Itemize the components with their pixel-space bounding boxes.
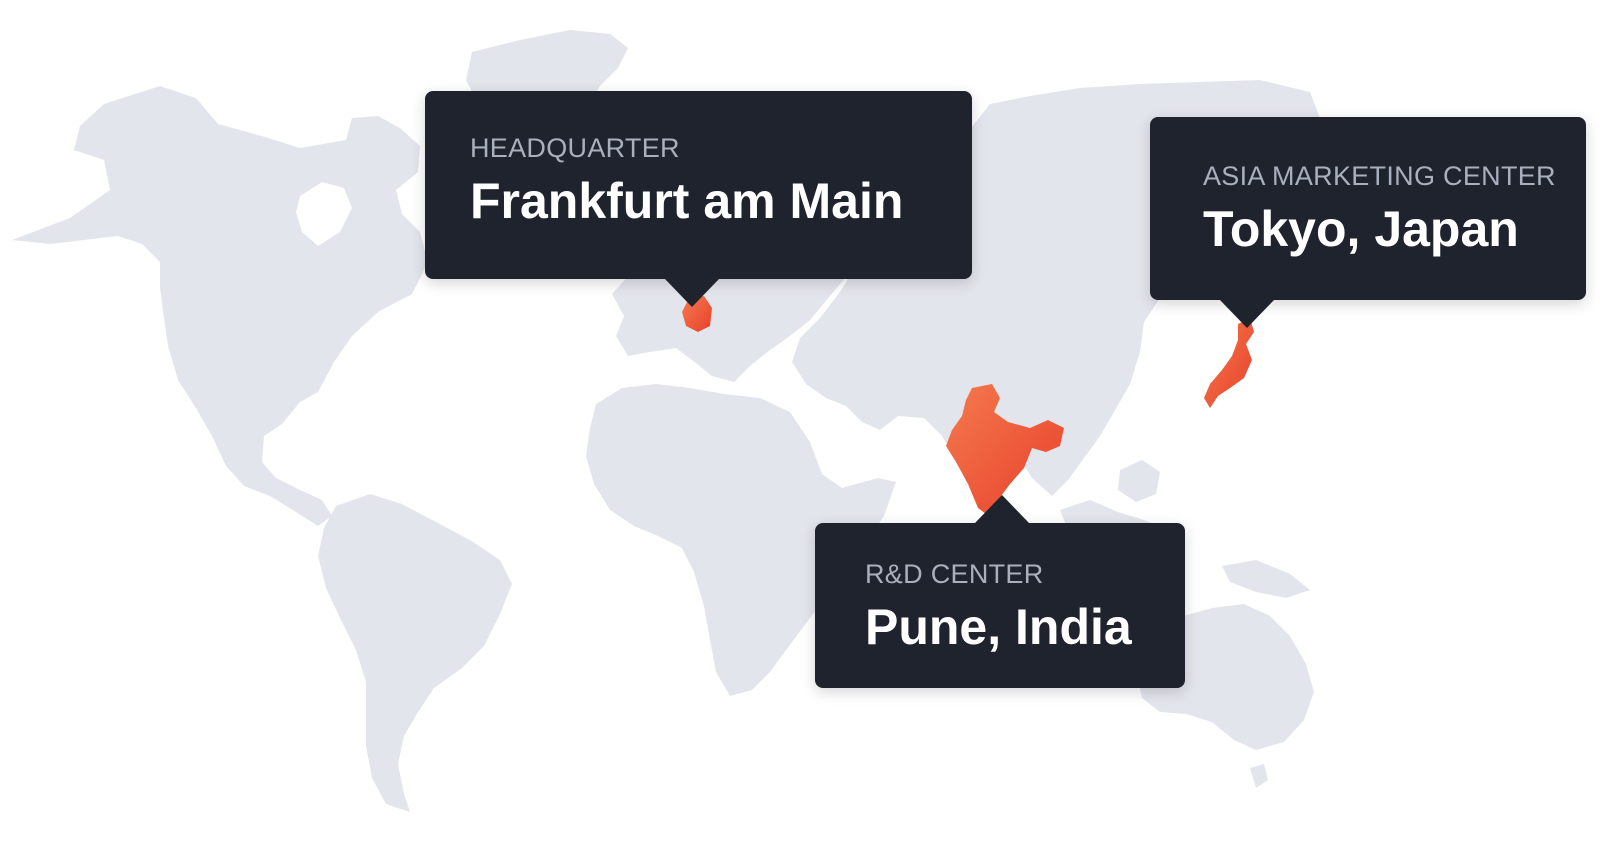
rnd-label: R&D CENTER [865,559,1044,589]
headquarter-label: HEADQUARTER [470,133,680,163]
asia-marketing-label: ASIA MARKETING CENTER [1203,161,1556,191]
rnd-callout: R&D CENTER Pune, India [815,495,1185,688]
tasmania-shape [1250,764,1268,788]
headquarter-city: Frankfurt am Main [470,173,904,229]
world-map-stage: HEADQUARTER Frankfurt am Main ASIA MARKE… [0,0,1604,860]
asia-marketing-city: Tokyo, Japan [1203,201,1519,257]
japan-highlight [1204,318,1254,408]
borneo-shape [1118,460,1160,502]
new-guinea-shape [1222,560,1310,598]
asia-marketing-callout: ASIA MARKETING CENTER Tokyo, Japan [1150,117,1586,328]
north-america-shape [12,86,428,526]
asia-marketing-pointer [1220,300,1274,328]
rnd-city: Pune, India [865,599,1132,655]
rnd-pointer [975,495,1029,523]
headquarter-callout: HEADQUARTER Frankfurt am Main [425,91,972,307]
headquarter-pointer [665,279,719,307]
south-america-shape [318,494,512,812]
